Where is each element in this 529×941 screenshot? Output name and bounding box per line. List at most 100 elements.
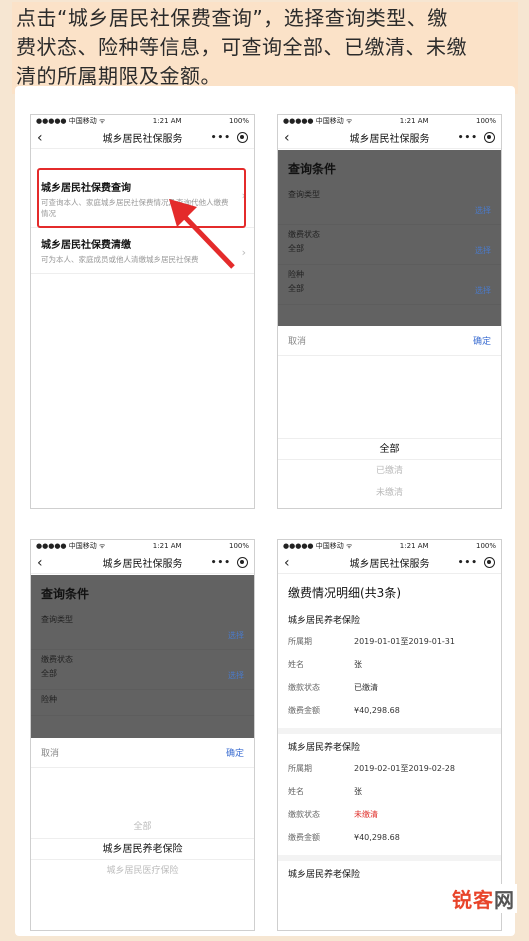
field-value: 张 bbox=[354, 787, 362, 796]
field-label: 姓名 bbox=[288, 787, 304, 796]
picker-option[interactable]: 全部 bbox=[31, 816, 254, 838]
confirm-button[interactable]: 确定 bbox=[473, 334, 491, 347]
chevron-right-icon: › bbox=[241, 246, 246, 259]
pay-status-value: 全部 bbox=[41, 669, 57, 678]
carrier-label: ●●●●● 中国移动 ᯤ bbox=[283, 542, 353, 550]
record-insurance: 城乡居民养老保险 bbox=[288, 870, 361, 880]
pay-status-label: 缴费状态 bbox=[288, 230, 320, 239]
select-link[interactable]: 选择 bbox=[475, 285, 491, 296]
select-link[interactable]: 选择 bbox=[475, 245, 491, 256]
picker-toolbar: 取消 确定 bbox=[31, 738, 254, 768]
insurance-row[interactable]: 险种 bbox=[31, 690, 254, 716]
record-field: 缴款状态 未缴清 bbox=[288, 803, 491, 826]
query-type-row[interactable]: 查询类型 选择 bbox=[31, 610, 254, 650]
query-type-label: 查询类型 bbox=[288, 190, 320, 199]
record-field: 缴款状态 已缴清 bbox=[288, 676, 491, 699]
more-icon[interactable]: ••• bbox=[211, 133, 231, 143]
red-arrow-icon bbox=[169, 199, 235, 269]
watermark-text: 网 bbox=[494, 888, 515, 912]
banner-line: 费状态、险种等信息，可查询全部、已缴清、未缴 bbox=[16, 35, 467, 59]
field-label: 所属期 bbox=[288, 637, 312, 646]
carrier-label: ●●●●● 中国移动 ᯤ bbox=[283, 117, 353, 125]
time-label: 1:21 AM bbox=[399, 117, 429, 125]
battery-label: 100% bbox=[475, 542, 496, 550]
phone-screen-payment-details: ●●●●● 中国移动 ᯤ 1:21 AM 100% ‹ 城乡居民社保服务 •••… bbox=[277, 539, 502, 931]
record-card: 城乡居民养老保险 所属期 2019-01-01至2019-01-31 姓名 张 缴款… bbox=[278, 607, 501, 722]
cancel-button[interactable]: 取消 bbox=[41, 746, 59, 759]
close-target-icon[interactable] bbox=[484, 132, 495, 143]
confirm-button[interactable]: 确定 bbox=[226, 746, 244, 759]
field-label: 姓名 bbox=[288, 660, 304, 669]
select-link[interactable]: 选择 bbox=[228, 630, 244, 641]
watermark-text: 锐客 bbox=[452, 888, 494, 912]
battery-label: 100% bbox=[228, 117, 249, 125]
details-title: 缴费情况明细(共3条) bbox=[288, 586, 401, 600]
picker-option[interactable]: 城乡居民医疗保险 bbox=[31, 860, 254, 882]
nav-bar: ‹ 城乡居民社保服务 ••• bbox=[31, 127, 254, 149]
status-bar: ●●●●● 中国移动 ᯤ 1:21 AM 100% bbox=[31, 115, 254, 127]
status-bar: ●●●●● 中国移动 ᯤ 1:21 AM 100% bbox=[278, 115, 501, 127]
nav-bar: ‹ 城乡居民社保服务 ••• bbox=[278, 127, 501, 149]
carrier-label: ●●●●● 中国移动 ᯤ bbox=[36, 542, 106, 550]
pay-status-value: 全部 bbox=[288, 244, 304, 253]
phone-screen-query-status: ●●●●● 中国移动 ᯤ 1:21 AM 100% ‹ 城乡居民社保服务 •••… bbox=[277, 114, 502, 509]
status-bar: ●●●●● 中国移动 ᯤ 1:21 AM 100% bbox=[31, 540, 254, 552]
select-link[interactable]: 选择 bbox=[228, 670, 244, 681]
back-icon[interactable]: ‹ bbox=[284, 130, 304, 146]
field-value: 未缴清 bbox=[354, 810, 378, 819]
record-card: 城乡居民养老保险 所属期 2019-02-01至2019-02-28 姓名 张 缴款… bbox=[278, 734, 501, 849]
banner-line: 点击“城乡居民社保费查询”，选择查询类型、缴 bbox=[16, 6, 448, 30]
record-field: 缴费金额 ¥40,298.68 bbox=[288, 826, 491, 849]
pay-status-row[interactable]: 缴费状态 全部 选择 bbox=[278, 225, 501, 265]
picker-toolbar: 取消 确定 bbox=[278, 326, 501, 356]
nav-bar: ‹ 城乡居民社保服务 ••• bbox=[31, 552, 254, 574]
query-title: 查询条件 bbox=[288, 162, 337, 176]
insurance-label: 险种 bbox=[288, 270, 304, 279]
record-insurance: 城乡居民养老保险 bbox=[288, 616, 361, 626]
more-icon[interactable]: ••• bbox=[211, 558, 231, 568]
pay-status-label: 缴费状态 bbox=[41, 655, 73, 664]
field-value: 2019-01-01至2019-01-31 bbox=[354, 637, 455, 646]
select-link[interactable]: 选择 bbox=[475, 205, 491, 216]
insurance-label: 险种 bbox=[41, 695, 57, 704]
status-bar: ●●●●● 中国移动 ᯤ 1:21 AM 100% bbox=[278, 540, 501, 552]
insurance-value: 全部 bbox=[288, 284, 304, 293]
record-card: 城乡居民养老保险 bbox=[278, 861, 501, 880]
battery-label: 100% bbox=[228, 542, 249, 550]
close-target-icon[interactable] bbox=[237, 557, 248, 568]
battery-label: 100% bbox=[475, 117, 496, 125]
record-field: 姓名 张 bbox=[288, 780, 491, 803]
more-icon[interactable]: ••• bbox=[458, 558, 478, 568]
phone-screen-service-menu: ●●●●● 中国移动 ᯤ 1:21 AM 100% ‹ 城乡居民社保服务 •••… bbox=[30, 114, 255, 509]
field-value: ¥40,298.68 bbox=[354, 833, 400, 842]
query-form-dimmed: 查询条件 查询类型 选择 缴费状态 全部 选择 险种 全部 选择 bbox=[278, 150, 501, 326]
field-label: 缴费金额 bbox=[288, 706, 320, 715]
watermark-logo: 锐客网 bbox=[450, 884, 517, 913]
back-icon[interactable]: ‹ bbox=[284, 555, 304, 571]
field-value: 2019-02-01至2019-02-28 bbox=[354, 764, 455, 773]
carrier-label: ●●●●● 中国移动 ᯤ bbox=[36, 117, 106, 125]
record-field: 所属期 2019-01-01至2019-01-31 bbox=[288, 630, 491, 653]
time-label: 1:21 AM bbox=[152, 542, 182, 550]
field-label: 缴款状态 bbox=[288, 810, 320, 819]
more-icon[interactable]: ••• bbox=[458, 133, 478, 143]
close-target-icon[interactable] bbox=[237, 132, 248, 143]
record-field: 姓名 张 bbox=[288, 653, 491, 676]
pay-status-row[interactable]: 缴费状态 全部 选择 bbox=[31, 650, 254, 690]
cancel-button[interactable]: 取消 bbox=[288, 334, 306, 347]
picker-option[interactable]: 未缴清 bbox=[278, 482, 501, 504]
back-icon[interactable]: ‹ bbox=[37, 555, 57, 571]
time-label: 1:21 AM bbox=[152, 117, 182, 125]
back-icon[interactable]: ‹ bbox=[37, 130, 57, 146]
picker-option[interactable]: 已缴清 bbox=[278, 460, 501, 482]
insurance-row[interactable]: 险种 全部 选择 bbox=[278, 265, 501, 305]
record-insurance: 城乡居民养老保险 bbox=[288, 743, 361, 753]
phone-screen-query-insurance: ●●●●● 中国移动 ᯤ 1:21 AM 100% ‹ 城乡居民社保服务 •••… bbox=[30, 539, 255, 931]
query-type-row[interactable]: 查询类型 选择 bbox=[278, 185, 501, 225]
picker-option[interactable]: 全部 bbox=[278, 438, 501, 460]
picker-sheet: 取消 确定 全部 城乡居民养老保险 城乡居民医疗保险 bbox=[31, 738, 254, 930]
close-target-icon[interactable] bbox=[484, 557, 495, 568]
picker-option[interactable]: 城乡居民养老保险 bbox=[31, 838, 254, 860]
field-label: 缴款状态 bbox=[288, 683, 320, 692]
query-type-label: 查询类型 bbox=[41, 615, 73, 624]
